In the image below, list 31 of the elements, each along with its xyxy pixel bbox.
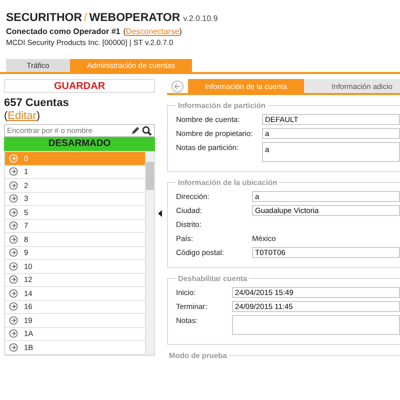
arrow-circle-icon [9,302,18,312]
brand-separator: / [84,12,88,24]
bracket: ) [36,110,40,122]
arrow-circle-icon [9,194,18,204]
arrow-circle-icon [9,275,18,284]
bracket: ( [123,27,126,36]
arrow-circle-icon [9,248,18,258]
arrow-circle-icon [9,342,18,352]
bracket: ( [4,110,8,122]
arrow-circle-icon [9,234,18,244]
scrollbar[interactable] [145,152,154,355]
pencil-icon[interactable] [131,126,140,135]
arrow-circle-icon [9,167,18,176]
save-button[interactable]: GUARDAR [4,79,155,93]
brand-name: SECURITHOR [6,12,82,24]
arrow-circle-icon [9,329,18,338]
arrow-circle-icon [9,288,18,298]
arrow-circle-icon [9,316,18,325]
arrow-circle-icon [9,221,18,230]
brand-name: WEBOPERATOR [89,12,180,24]
status-bar: DESARMADO [4,137,155,151]
collapse-arrow-icon[interactable] [158,210,162,217]
arrow-circle-icon [9,180,18,190]
arrow-circle-icon [9,208,18,217]
search-icon[interactable] [142,126,152,136]
arrow-circle-icon [9,154,18,163]
bracket: ) [179,27,182,36]
connection-status: Conectado como Operador #1 [6,27,120,36]
account-count: 657 Cuentas [4,97,70,109]
version-label: v.2.0.10.9 [183,14,218,23]
arrow-circle-icon [9,262,18,271]
